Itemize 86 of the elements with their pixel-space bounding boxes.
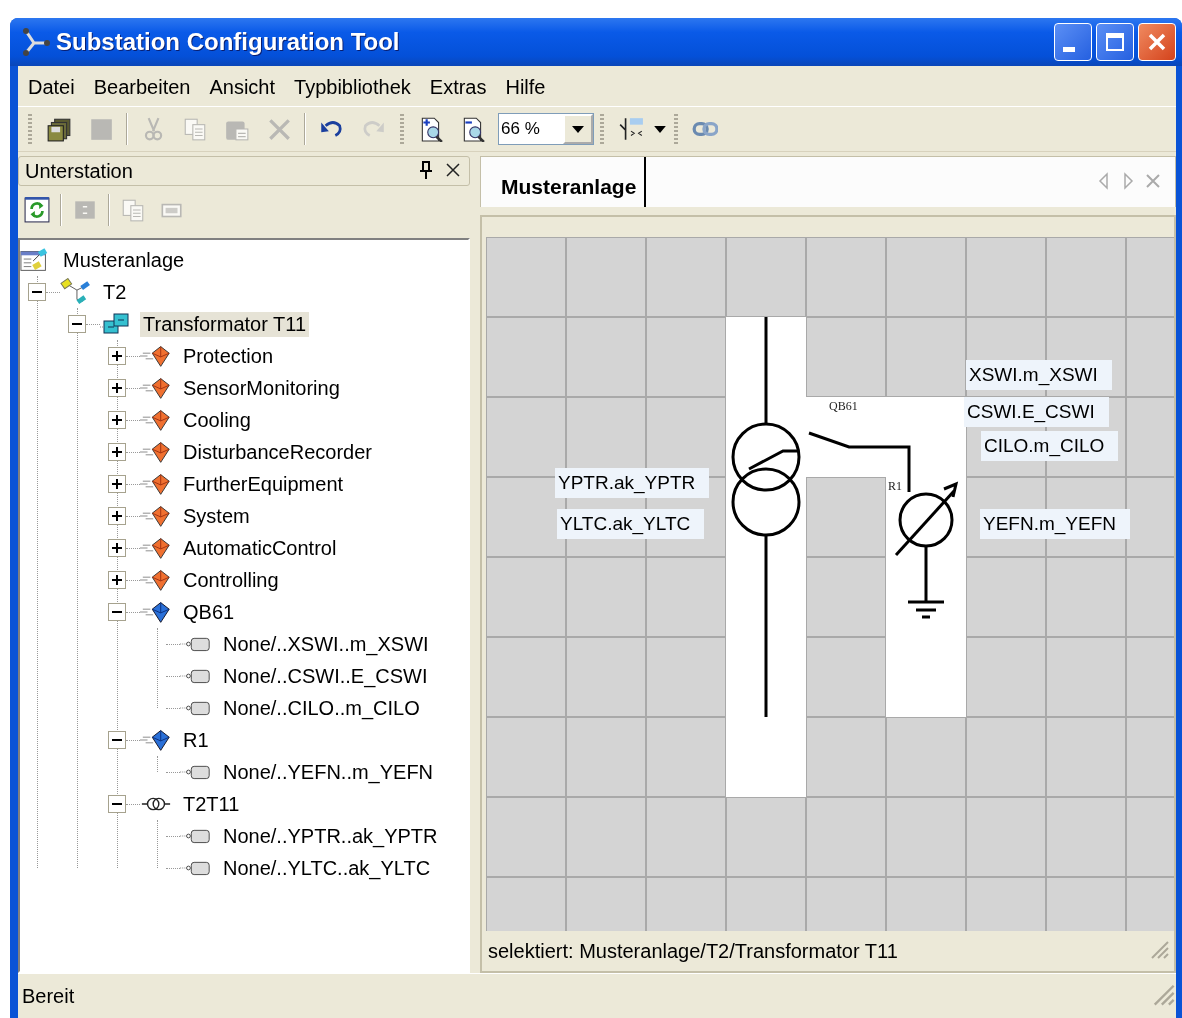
transformer-symbol[interactable] [731, 315, 801, 719]
tree-item[interactable]: Controlling [180, 567, 282, 593]
copy-icon [182, 116, 208, 142]
tree-item[interactable]: System [180, 503, 253, 529]
tree-item[interactable]: T2T11 [180, 791, 243, 817]
tree-item[interactable]: None/..CILO..m_CILO [220, 695, 423, 721]
collapse-icon[interactable] [108, 603, 126, 621]
close-tab-icon [1145, 171, 1161, 190]
node-label[interactable]: XSWI.m_XSWI [966, 360, 1112, 390]
minimize-button[interactable] [1054, 23, 1092, 61]
dropdown-button[interactable] [563, 114, 593, 144]
cube-icon [140, 535, 172, 561]
tree-item[interactable]: SensorMonitoring [180, 375, 343, 401]
dropdown-arrow-icon [654, 125, 666, 133]
collapse-icon[interactable] [108, 795, 126, 813]
save-all-icon [46, 116, 72, 142]
node-label[interactable]: CSWI.E_CSWI [964, 397, 1109, 427]
node-label[interactable]: YLTC.ak_YLTC [557, 509, 705, 539]
document-tab[interactable]: Musteranlage [481, 157, 647, 207]
expand-icon[interactable] [108, 475, 126, 493]
tree-item[interactable]: None/..YPTR..ak_YPTR [220, 823, 441, 849]
expand-icon[interactable] [108, 411, 126, 429]
tree-item[interactable]: None/..YEFN..m_YEFN [220, 759, 437, 785]
tree-item[interactable]: None/..XSWI..m_XSWI [220, 631, 432, 657]
refresh-icon [24, 197, 50, 223]
delete-icon [266, 116, 292, 142]
tree-item[interactable]: AutomaticControl [180, 535, 340, 561]
menu-item[interactable]: Ansicht [205, 73, 287, 99]
tree-item[interactable]: DisturbanceRecorder [180, 439, 375, 465]
cube-icon [140, 727, 172, 753]
expand-icon[interactable] [108, 443, 126, 461]
menu-item[interactable]: Hilfe [501, 73, 557, 99]
tree-item[interactable]: Musteranlage [60, 247, 188, 273]
collapse-icon[interactable] [28, 283, 46, 301]
tree-item[interactable]: None/..YLTC..ak_YLTC [220, 855, 434, 881]
expand-icon[interactable] [108, 571, 126, 589]
zoom-value: 66 % [500, 118, 541, 140]
tree-item[interactable]: Cooling [180, 407, 254, 433]
expand-icon[interactable] [108, 507, 126, 525]
close-icon [1146, 31, 1168, 53]
pin-icon [419, 160, 433, 179]
node-label[interactable]: YEFN.m_YEFN [980, 509, 1131, 539]
tree-item[interactable]: R1 [180, 727, 212, 753]
selection-status: selektiert: Musteranlage/T2/Transformator T11 [488, 939, 898, 963]
switch-diagram-icon [618, 116, 644, 142]
menu-item[interactable]: Bearbeiten [89, 73, 202, 99]
zoom-combo-box[interactable]: 66 % [498, 113, 594, 145]
device-label: QB61 [829, 399, 858, 414]
cube-icon [140, 599, 172, 625]
tree-item[interactable]: QB61 [180, 599, 238, 625]
menu-item[interactable]: Datei [24, 73, 86, 99]
menu-item[interactable]: Typbibliothek [290, 73, 422, 99]
node-label[interactable]: CILO.m_CILO [981, 431, 1119, 461]
cube-icon [140, 471, 172, 497]
tree-item[interactable]: Protection [180, 343, 277, 369]
status-text: Bereit [22, 984, 75, 1008]
cube-icon [140, 567, 172, 593]
tree-item[interactable]: FurtherEquipment [180, 471, 347, 497]
stacked-boxes-icon [100, 311, 132, 337]
app-logo-icon [20, 27, 50, 57]
switch-symbol[interactable] [808, 431, 911, 492]
window-title: Substation Configuration Tool [56, 28, 401, 56]
copy-icon [120, 197, 146, 223]
collapse-icon[interactable] [108, 731, 126, 749]
panel-title: Unterstation [25, 159, 134, 183]
node-label[interactable]: YPTR.ak_YPTR [555, 468, 710, 498]
collapse-icon[interactable] [68, 315, 86, 333]
tree-item[interactable]: None/..CSWI..E_CSWI [220, 663, 431, 689]
maximize-button[interactable] [1096, 23, 1134, 61]
cube-icon [140, 375, 172, 401]
tree-item[interactable]: Transformator T11 [140, 311, 310, 337]
device-label: R1 [888, 479, 902, 494]
maximize-icon [1104, 31, 1126, 53]
cube-icon [140, 343, 172, 369]
menu-item[interactable]: Extras [425, 73, 498, 99]
expand-icon[interactable] [108, 379, 126, 397]
cube-icon [140, 503, 172, 529]
bay-icon [60, 278, 92, 306]
expand-icon[interactable] [108, 539, 126, 557]
square-icon [88, 116, 114, 142]
cube-icon [140, 407, 172, 433]
minimize-icon [1063, 46, 1075, 52]
tree-item[interactable]: T2 [100, 279, 130, 305]
cube-icon [140, 439, 172, 465]
expand-icon[interactable] [108, 347, 126, 365]
close-icon [445, 161, 461, 178]
